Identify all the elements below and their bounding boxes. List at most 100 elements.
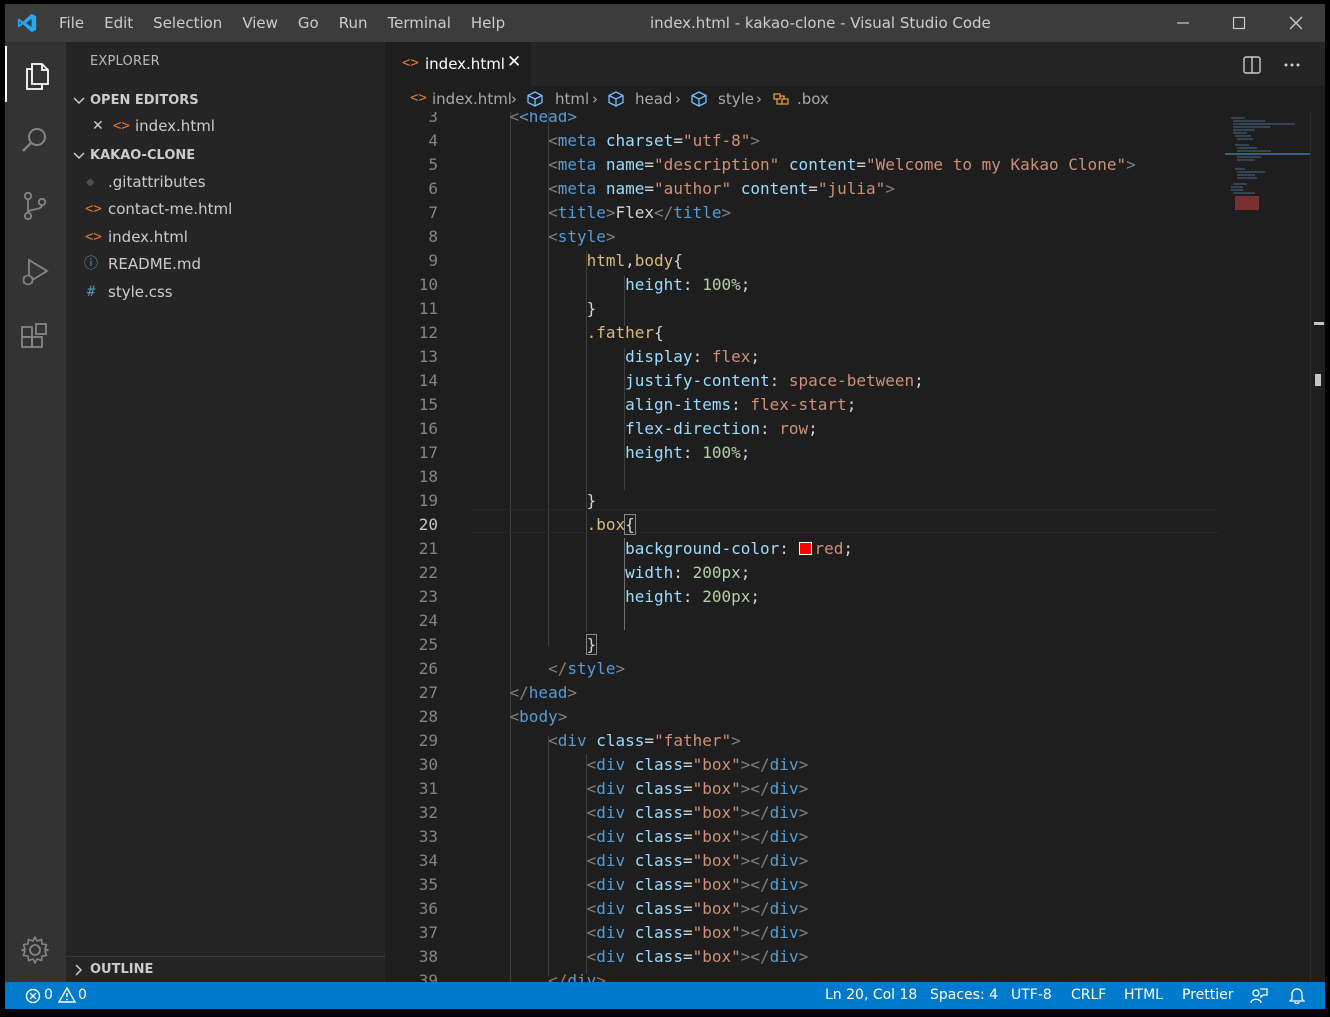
vertical-scrollbar[interactable]: [1310, 112, 1325, 982]
tag-name: <head>: [519, 112, 577, 126]
chevron-right-icon: ›: [675, 90, 681, 108]
menu-run[interactable]: Run: [329, 4, 378, 42]
minimize-button[interactable]: [1160, 4, 1206, 42]
file-item-readme[interactable]: ⓘ README.md: [66, 251, 385, 278]
html-file-icon: <>: [410, 90, 427, 106]
code-line: <meta charset="utf-8">: [548, 131, 761, 150]
open-editors-section[interactable]: OPEN EDITORS: [66, 88, 385, 114]
cube-icon: [691, 91, 707, 107]
code-line: <<head>: [471, 112, 577, 129]
minimap[interactable]: [1225, 112, 1310, 222]
warning-count[interactable]: 0: [78, 987, 87, 1003]
line-number: 30: [418, 755, 438, 774]
code-line: flex-direction: row;: [625, 419, 818, 438]
file-label: contact-me.html: [108, 200, 233, 218]
breadcrumb-style[interactable]: style: [718, 90, 754, 108]
close-editor-icon[interactable]: ✕: [92, 113, 104, 140]
line-number: 23: [418, 587, 438, 606]
line-number: 34: [418, 851, 438, 870]
editor-tab-bar: <> index.html ✕: [385, 42, 1325, 86]
code-line: <div class="box"></div>: [586, 827, 809, 846]
explorer-sidebar: EXPLORER OPEN EDITORS ✕ <> index.html KA…: [66, 42, 385, 982]
activity-search[interactable]: [5, 110, 66, 166]
file-item-style[interactable]: # style.css: [66, 279, 385, 306]
activity-settings[interactable]: [5, 920, 66, 976]
extensions-icon: [21, 323, 47, 348]
warning-icon[interactable]: [58, 987, 76, 1003]
close-tab-icon[interactable]: ✕: [507, 52, 521, 72]
menu-help[interactable]: Help: [461, 4, 515, 42]
color-swatch[interactable]: [798, 542, 812, 555]
code-line: height: 200px;: [625, 587, 760, 606]
chevron-right-icon: [75, 964, 83, 976]
cube-icon: [608, 91, 624, 107]
line-number: 33: [418, 827, 438, 846]
cursor-position[interactable]: Ln 20, Col 18: [825, 987, 917, 1003]
line-number: 27: [418, 683, 438, 702]
activity-run-debug[interactable]: [5, 242, 66, 298]
encoding[interactable]: UTF-8: [1011, 987, 1052, 1003]
git-file-icon: ◆: [86, 174, 95, 190]
code-line: <title>Flex</title>: [548, 203, 732, 222]
html-file-icon: <>: [402, 55, 419, 71]
notifications-bell-icon[interactable]: [1289, 987, 1305, 1005]
activity-source-control[interactable]: [5, 176, 66, 232]
activity-explorer[interactable]: [5, 46, 66, 102]
file-item-gitattributes[interactable]: ◆ .gitattributes: [66, 169, 385, 196]
menu-file[interactable]: File: [49, 4, 94, 42]
search-icon: [22, 128, 46, 152]
breadcrumb-box[interactable]: .box: [797, 90, 829, 108]
settings-gear-icon: [21, 936, 49, 964]
code-line: <div class="box"></div>: [586, 803, 809, 822]
breadcrumb-file[interactable]: index.html: [432, 90, 512, 108]
open-editor-label: index.html: [135, 117, 215, 135]
maximize-button[interactable]: [1216, 4, 1262, 42]
code-line: .father{: [586, 323, 664, 342]
code-line: }: [471, 491, 597, 510]
breadcrumb-head[interactable]: head: [635, 90, 672, 108]
language-mode[interactable]: HTML: [1124, 987, 1163, 1003]
activity-extensions[interactable]: [5, 308, 66, 364]
menu-selection[interactable]: Selection: [143, 4, 232, 42]
menu-bar: File Edit Selection View Go Run Terminal…: [49, 4, 515, 42]
file-item-index[interactable]: <> index.html: [66, 224, 385, 251]
menu-terminal[interactable]: Terminal: [378, 4, 461, 42]
code-line: height: 100%;: [625, 275, 751, 294]
line-number: 22: [418, 563, 438, 582]
code-editor[interactable]: 3 <<head> 4 <meta charset="utf-8"> 5 <me…: [385, 112, 1325, 982]
line-number: 5: [428, 155, 438, 174]
menu-go[interactable]: Go: [288, 4, 329, 42]
close-icon: [1289, 16, 1303, 30]
line-number: 29: [418, 731, 438, 750]
file-item-contact-me[interactable]: <> contact-me.html: [66, 196, 385, 223]
info-file-icon: ⓘ: [84, 256, 98, 272]
formatter[interactable]: Prettier: [1182, 987, 1234, 1003]
kakao-clone-section[interactable]: KAKAO-CLONE: [66, 143, 385, 169]
line-ending[interactable]: CRLF: [1071, 987, 1106, 1003]
line-number: 7: [428, 203, 438, 222]
file-label: index.html: [108, 228, 188, 246]
run-debug-icon: [22, 258, 49, 286]
more-actions-icon[interactable]: [1283, 56, 1301, 74]
code-line-current: .box{: [586, 514, 636, 535]
open-editor-item[interactable]: ✕ <> index.html: [66, 113, 385, 140]
breadcrumb-html[interactable]: html: [555, 90, 589, 108]
split-editor-icon[interactable]: [1243, 56, 1261, 74]
line-number: 21: [418, 539, 438, 558]
line-number: 24: [418, 611, 438, 630]
chevron-right-icon: ›: [511, 90, 517, 108]
feedback-icon[interactable]: [1250, 987, 1268, 1005]
tab-index-html[interactable]: <> index.html ✕: [385, 42, 531, 86]
vscode-logo-icon: [17, 13, 37, 33]
code-line: <div class="box"></div>: [586, 923, 809, 942]
close-window-button[interactable]: [1273, 4, 1319, 42]
error-count[interactable]: 0: [44, 987, 53, 1003]
code-line: <div class="box"></div>: [586, 947, 809, 966]
menu-view[interactable]: View: [232, 4, 288, 42]
menu-edit[interactable]: Edit: [94, 4, 143, 42]
outline-section[interactable]: OUTLINE: [66, 956, 385, 983]
error-icon[interactable]: [25, 988, 41, 1004]
indentation[interactable]: Spaces: 4: [930, 987, 998, 1003]
file-label: .gitattributes: [108, 173, 206, 191]
line-number-current: 20: [418, 515, 438, 534]
